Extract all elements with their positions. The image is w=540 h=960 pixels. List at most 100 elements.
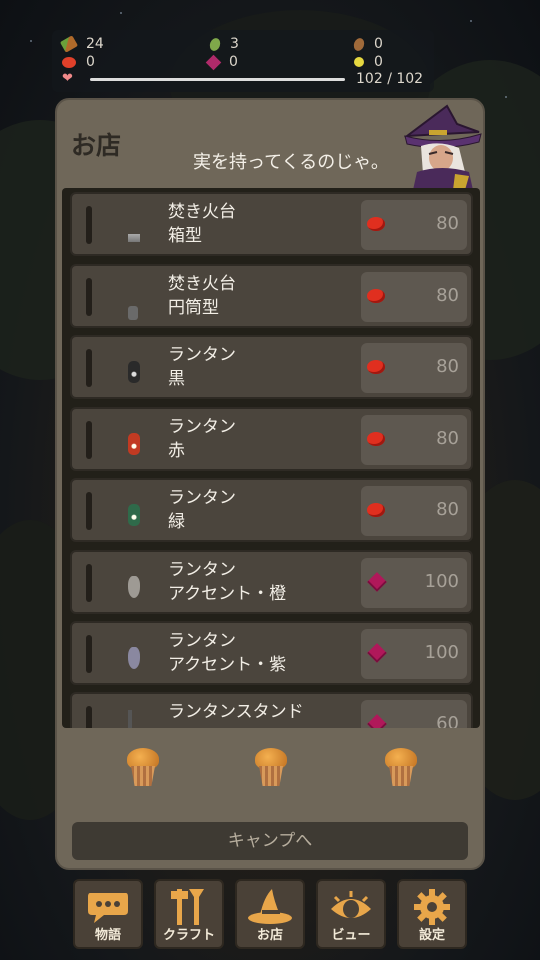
nut-count: 0	[374, 36, 383, 52]
nav-view-label: ビュー	[331, 928, 371, 943]
price-value: 80	[436, 428, 459, 449]
bean-count: 3	[230, 36, 239, 52]
item-name-line2: 黒	[168, 369, 185, 389]
item-name: ランタンスタンド	[168, 700, 304, 724]
price-button[interactable]: 80	[361, 486, 467, 536]
price-button[interactable]: 60	[361, 700, 467, 728]
lantern-accent-purple-thumbnail	[128, 647, 140, 669]
item-divider	[86, 564, 92, 602]
hp-heart: ❤	[62, 72, 73, 85]
lantern-black-thumbnail	[128, 361, 140, 383]
gem-counter: 0	[205, 54, 238, 70]
price-button[interactable]: 80	[361, 272, 467, 322]
price-value: 60	[436, 713, 459, 728]
nav-view-button[interactable]: ビュー	[316, 879, 386, 949]
bean-counter: 3	[208, 36, 239, 52]
item-name-line2: 箱型	[168, 226, 202, 246]
gem-icon	[367, 572, 387, 592]
item-name: ランタン 緑	[168, 486, 236, 534]
nav-story-label: 物語	[94, 928, 121, 943]
item-name-line2: 赤	[168, 441, 185, 461]
item-name: ランタン アクセント・橙	[168, 558, 286, 606]
bean-icon	[208, 36, 222, 52]
yellow-count: 0	[374, 54, 383, 70]
tools-icon	[156, 887, 222, 927]
yellow-fruit-icon	[354, 57, 364, 67]
hp-max: 102	[396, 71, 424, 87]
price-value: 100	[424, 571, 459, 592]
item-name-line1: ランタンスタンド	[168, 702, 304, 722]
shop-item-firepit-cylinder[interactable]: 焚き火台 円筒型 80	[70, 264, 473, 328]
red-berry-counter: 0	[62, 54, 95, 70]
price-value: 80	[436, 285, 459, 306]
gem-icon	[367, 643, 387, 663]
gem-icon	[205, 54, 222, 70]
lantern-stand-thumbnail	[128, 710, 132, 728]
wood-count: 24	[86, 36, 104, 52]
shop-item-lantern-accent-orange[interactable]: ランタン アクセント・橙 100	[70, 550, 473, 614]
heart-icon: ❤	[62, 71, 73, 86]
nav-craft-button[interactable]: クラフト	[154, 879, 224, 949]
firepit-cylinder-thumbnail	[128, 306, 138, 320]
muffin-icon[interactable]	[253, 748, 289, 788]
eye-icon	[318, 887, 384, 927]
hp-bar	[90, 78, 345, 81]
yellow-counter: 0	[354, 54, 383, 70]
price-button[interactable]: 80	[361, 200, 467, 250]
item-divider	[86, 635, 92, 673]
nav-settings-button[interactable]: 設定	[397, 879, 467, 949]
item-name: 焚き火台 円筒型	[168, 272, 236, 320]
item-divider	[86, 421, 92, 459]
nav-shop-button[interactable]: お店	[235, 879, 305, 949]
shop-item-lantern-green[interactable]: ランタン 緑 80	[70, 478, 473, 542]
item-divider	[86, 278, 92, 316]
shop-item-firepit-box[interactable]: 焚き火台 箱型 80	[70, 192, 473, 256]
nav-shop-label: お店	[256, 928, 283, 943]
gem-count: 0	[229, 54, 238, 70]
wood-icon	[59, 35, 79, 53]
price-value: 100	[424, 642, 459, 663]
lantern-red-thumbnail	[128, 433, 140, 455]
panel-title: お店	[71, 131, 122, 160]
red-berry-icon	[62, 56, 76, 68]
hp-current: 102	[356, 71, 383, 87]
red-berry-icon	[367, 432, 385, 446]
item-name-line1: ランタン	[168, 417, 236, 437]
price-button[interactable]: 100	[361, 558, 467, 608]
price-button[interactable]: 100	[361, 629, 467, 679]
item-divider	[86, 706, 92, 728]
shop-item-lantern-stand[interactable]: ランタンスタンド 60	[70, 692, 473, 728]
item-name-line2: アクセント・紫	[168, 655, 287, 675]
red-berry-count: 0	[86, 54, 95, 70]
item-name: ランタン アクセント・紫	[168, 629, 286, 677]
red-berry-icon	[367, 289, 385, 303]
muffin-icon[interactable]	[125, 748, 161, 788]
item-name: 焚き火台 箱型	[168, 200, 236, 248]
lantern-green-thumbnail	[128, 504, 140, 526]
hp-text: 102 / 102	[356, 71, 423, 87]
item-name-line1: ランタン	[168, 345, 236, 365]
nav-story-button[interactable]: 物語	[73, 879, 143, 949]
to-camp-button[interactable]: キャンプへ	[72, 822, 468, 860]
witch-hat-icon	[237, 887, 303, 927]
shop-item-lantern-red[interactable]: ランタン 赤 80	[70, 407, 473, 471]
muffin-icon[interactable]	[383, 748, 419, 788]
lantern-accent-orange-thumbnail	[128, 576, 140, 598]
item-name-line1: ランタン	[168, 631, 236, 651]
price-button[interactable]: 80	[361, 343, 467, 393]
shop-panel: お店 実を持ってくるのじゃ。 焚き火台 箱型 80 焚き火台 円筒型 80 ラン…	[55, 98, 485, 870]
item-name-line1: ランタン	[168, 560, 236, 580]
red-berry-icon	[367, 360, 385, 374]
price-value: 80	[436, 213, 459, 234]
shop-item-lantern-black[interactable]: ランタン 黒 80	[70, 335, 473, 399]
shop-item-list[interactable]: 焚き火台 箱型 80 焚き火台 円筒型 80 ランタン 黒 80 ランタン 赤 …	[62, 188, 480, 728]
item-name-line1: ランタン	[168, 488, 236, 508]
nav-craft-label: クラフト	[162, 928, 215, 943]
red-berry-icon	[367, 503, 385, 517]
price-value: 80	[436, 499, 459, 520]
item-name-line2: 円筒型	[168, 298, 219, 318]
wood-counter: 24	[59, 35, 104, 53]
price-button[interactable]: 80	[361, 415, 467, 465]
shopkeeper-speech: 実を持ってくるのじゃ。	[193, 152, 389, 173]
shop-item-lantern-accent-purple[interactable]: ランタン アクセント・紫 100	[70, 621, 473, 685]
